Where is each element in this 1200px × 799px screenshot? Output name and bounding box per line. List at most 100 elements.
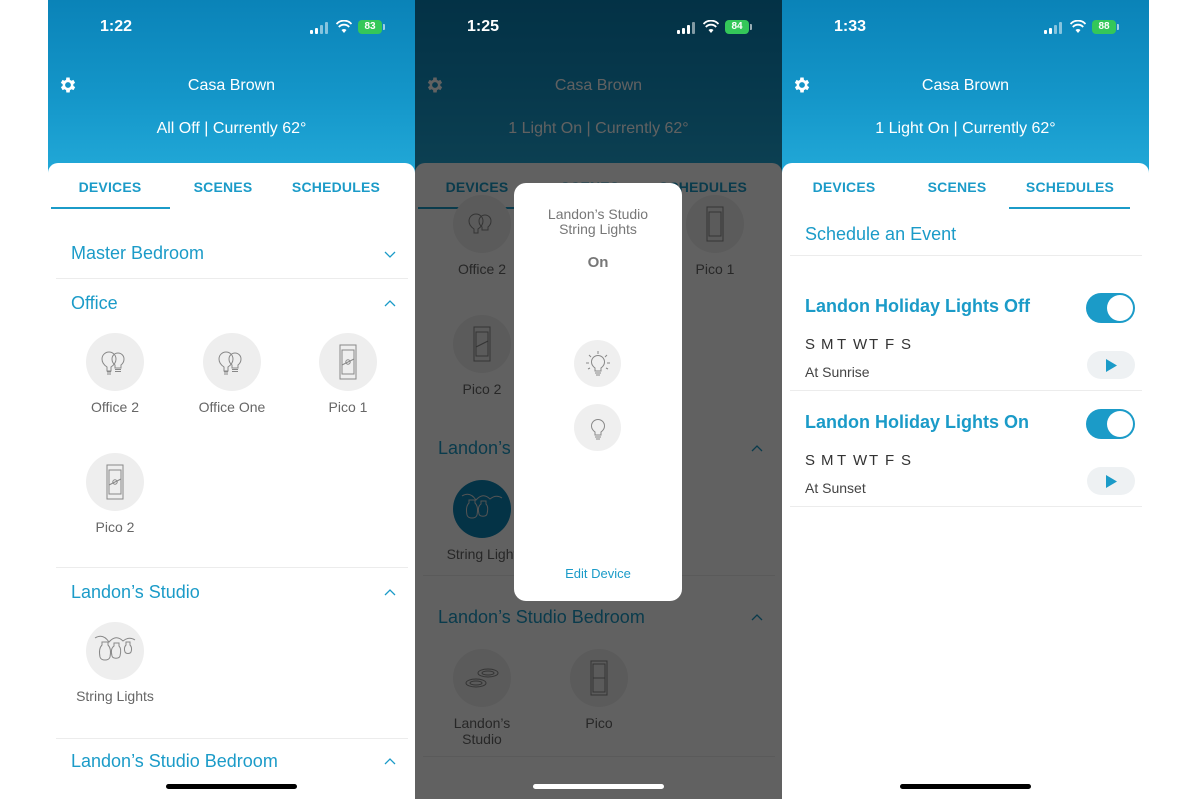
dual-bulb-icon — [203, 333, 261, 391]
day-sun: S — [805, 452, 816, 469]
cellular-signal-icon — [310, 22, 330, 34]
room-title: Landon’s Studio — [71, 582, 200, 602]
home-indicator[interactable] — [900, 784, 1031, 789]
tab-schedules[interactable]: SCHEDULES — [277, 179, 395, 195]
home-name: Casa Brown — [187, 77, 276, 94]
tab-scenes[interactable]: SCENES — [164, 179, 282, 195]
home-status: All Off | Currently 62° — [156, 120, 307, 137]
edit-device-button[interactable]: Edit Device — [514, 566, 682, 581]
modal-title: Landon’s Studio String Lights — [547, 206, 649, 237]
play-icon — [1106, 358, 1117, 372]
schedule-name: Landon Holiday Lights Off — [805, 296, 1030, 316]
day-mon: M — [821, 452, 834, 469]
pico-remote-icon — [319, 333, 377, 391]
wifi-icon — [336, 20, 352, 33]
device-control-modal: Landon’s Studio String Lights On Edit De… — [514, 183, 682, 601]
device-label: Office 2 — [91, 399, 139, 415]
status-bar: 1:25 84 — [415, 18, 782, 38]
chevron-up-icon[interactable] — [384, 588, 396, 596]
battery-indicator: 88 — [1092, 20, 1119, 34]
schedule-item[interactable]: Landon Holiday Lights Off SMTWTFS At Sun… — [782, 293, 1149, 412]
device-office-one[interactable]: Office One — [177, 333, 287, 415]
schedule-enabled-toggle[interactable] — [1086, 293, 1135, 323]
day-wed: W — [853, 336, 868, 353]
schedule-enabled-toggle[interactable] — [1086, 409, 1135, 439]
light-off-button[interactable] — [574, 404, 621, 451]
status-time: 1:22 — [100, 18, 133, 35]
tab-schedules[interactable]: SCHEDULES — [1011, 179, 1129, 195]
app-header: 1:33 88 Casa Brown 1 Light On | Currentl… — [782, 0, 1149, 175]
battery-indicator: 83 — [358, 20, 385, 34]
tab-devices[interactable]: DEVICES — [785, 179, 903, 195]
divider — [790, 506, 1142, 507]
cellular-signal-icon — [677, 22, 697, 34]
room-landons-studio: Landon’s Studio String Lights — [56, 569, 408, 739]
divider — [790, 390, 1142, 391]
schedule-days: SMTWTFS — [805, 336, 917, 353]
tab-scenes[interactable]: SCENES — [898, 179, 1016, 195]
device-pico-1[interactable]: Pico 1 — [293, 333, 403, 415]
chevron-up-icon[interactable] — [384, 757, 396, 765]
dual-bulb-icon — [86, 333, 144, 391]
schedule-event-link[interactable]: Schedule an Event — [805, 224, 956, 245]
wifi-icon — [1070, 20, 1086, 33]
home-name: Casa Brown — [921, 77, 1010, 94]
room-title: Office — [71, 293, 118, 313]
battery-indicator: 84 — [725, 20, 752, 34]
pico-remote-icon — [86, 453, 144, 511]
room-master-bedroom[interactable]: Master Bedroom — [56, 235, 408, 279]
schedule-time: At Sunrise — [805, 364, 870, 380]
room-office: Office Office 2 Office One Pico 1 Pico 2 — [56, 280, 408, 568]
home-indicator[interactable] — [533, 784, 664, 789]
phone-screen-devices: 1:22 83 Casa Brown All Off | Currently 6… — [48, 0, 415, 799]
day-tue: T — [837, 336, 847, 353]
active-tab-indicator — [1009, 207, 1130, 209]
run-schedule-button[interactable] — [1087, 351, 1135, 379]
content-panel: DEVICES SCENES SCHEDULES Master Bedroom … — [48, 163, 415, 799]
active-tab-indicator — [51, 207, 170, 209]
status-bar: 1:22 83 — [48, 18, 415, 38]
day-thu: T — [869, 452, 879, 469]
home-indicator[interactable] — [166, 784, 297, 789]
cellular-signal-icon — [1044, 22, 1064, 34]
device-label: String Lights — [76, 688, 154, 704]
day-thu: T — [869, 336, 879, 353]
device-office-2[interactable]: Office 2 — [60, 333, 170, 415]
device-label: Office One — [198, 399, 266, 415]
device-label: Pico 2 — [95, 519, 135, 535]
home-status: 1 Light On | Currently 62° — [875, 120, 1056, 137]
status-bar: 1:33 88 — [782, 18, 1149, 38]
light-on-button[interactable] — [574, 340, 621, 387]
run-schedule-button[interactable] — [1087, 467, 1135, 495]
day-sat: S — [901, 452, 912, 469]
day-sun: S — [805, 336, 816, 353]
app-header: 1:22 83 Casa Brown All Off | Currently 6… — [48, 0, 415, 175]
screenshot-collage: 1:22 83 Casa Brown All Off | Currently 6… — [0, 0, 1200, 799]
tab-bar: DEVICES SCENES SCHEDULES — [48, 163, 415, 209]
day-fri: F — [885, 452, 895, 469]
play-icon — [1106, 474, 1117, 488]
tab-devices[interactable]: DEVICES — [51, 179, 169, 195]
phone-screen-schedules: 1:33 88 Casa Brown 1 Light On | Currentl… — [782, 0, 1149, 799]
tab-bar: DEVICES SCENES SCHEDULES — [782, 163, 1149, 209]
device-pico-2[interactable]: Pico 2 — [60, 453, 170, 535]
status-time: 1:25 — [467, 18, 500, 35]
day-mon: M — [821, 336, 834, 353]
day-sat: S — [901, 336, 912, 353]
wifi-icon — [703, 20, 719, 33]
light-off-icon — [590, 418, 605, 439]
divider — [790, 255, 1142, 256]
day-fri: F — [885, 336, 895, 353]
chevron-up-icon[interactable] — [384, 299, 396, 307]
schedule-time: At Sunset — [805, 480, 866, 496]
room-title: Master Bedroom — [71, 243, 205, 263]
room-landons-studio-bedroom: Landon’s Studio Bedroom — [56, 740, 408, 799]
schedule-item[interactable]: Landon Holiday Lights On SMTWTFS At Suns… — [782, 409, 1149, 528]
device-state: On — [587, 254, 609, 271]
schedule-name: Landon Holiday Lights On — [805, 412, 1029, 432]
light-on-icon — [585, 350, 610, 375]
day-wed: W — [853, 452, 868, 469]
status-time: 1:33 — [834, 18, 867, 35]
device-string-lights[interactable]: String Lights — [60, 622, 170, 704]
chevron-down-icon[interactable] — [384, 251, 396, 259]
